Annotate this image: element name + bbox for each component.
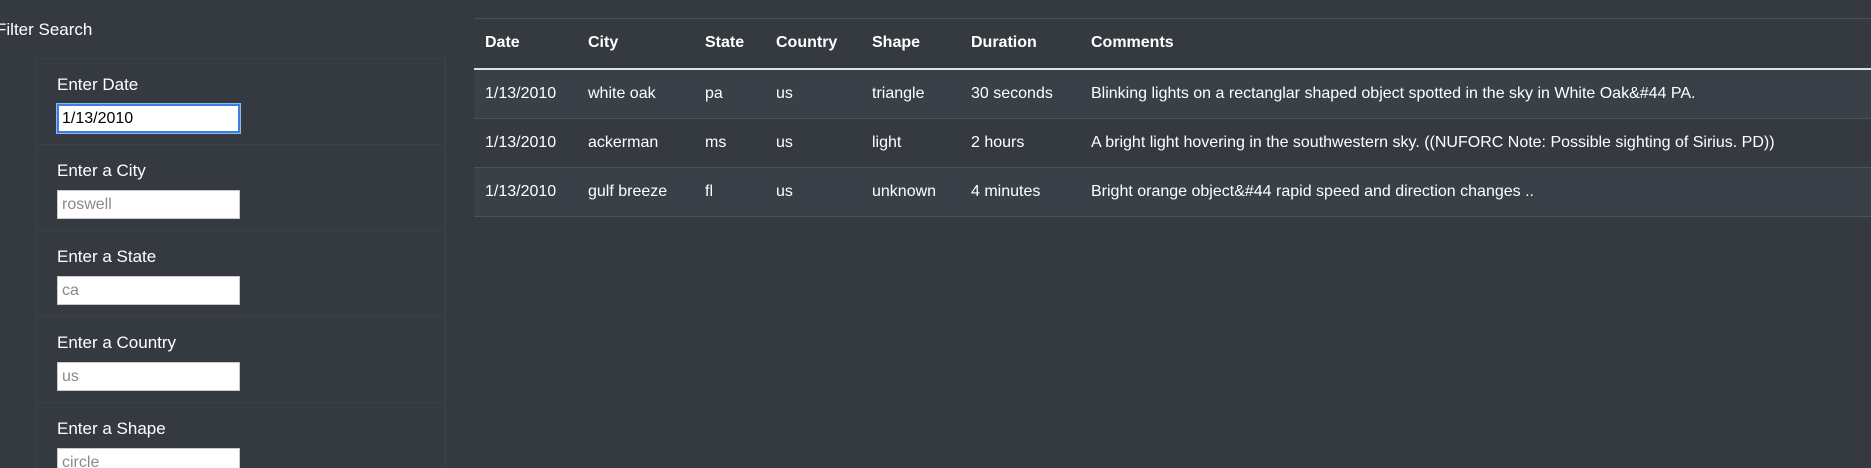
cell-date: 1/13/2010 — [474, 167, 577, 217]
header-comments: Comments — [1091, 34, 1174, 52]
shape-label: Enter a Shape — [57, 419, 166, 438]
cell-state: fl — [694, 167, 765, 217]
filter-item-country: Enter a Country — [37, 316, 445, 402]
header-country: Country — [776, 34, 838, 52]
city-input[interactable] — [57, 190, 240, 219]
header-state: State — [705, 34, 745, 52]
cell-comments: Bright orange object&#44 rapid speed and… — [1080, 167, 1871, 217]
header-duration: Duration — [971, 34, 1037, 52]
cell-duration: 2 hours — [960, 118, 1080, 168]
table-header-row: Date City State Country Shape Duration C… — [474, 18, 1871, 69]
date-label: Enter Date — [57, 75, 139, 94]
cell-shape: triangle — [861, 68, 960, 119]
cell-comments: Blinking lights on a rectanglar shaped o… — [1080, 68, 1871, 119]
filter-search-title: Filter Search — [0, 20, 93, 39]
cell-city: white oak — [577, 68, 694, 119]
table-row: 1/13/2010 ackerman ms us light 2 hours A… — [474, 118, 1871, 168]
filter-list: Enter Date Enter a City Enter a State En… — [36, 58, 446, 468]
cell-shape: light — [861, 118, 960, 168]
results-panel: Date City State Country Shape Duration C… — [474, 18, 1871, 217]
country-label: Enter a Country — [57, 333, 177, 352]
header-date: Date — [485, 34, 520, 52]
cell-date: 1/13/2010 — [474, 68, 577, 119]
cell-city: gulf breeze — [577, 167, 694, 217]
ufo-sightings-page: Filter Search Enter Date Enter a City En… — [0, 0, 1871, 468]
table-row: 1/13/2010 gulf breeze fl us unknown 4 mi… — [474, 167, 1871, 217]
state-label: Enter a State — [57, 247, 157, 266]
header-city: City — [588, 34, 619, 52]
cell-duration: 4 minutes — [960, 167, 1080, 217]
country-input[interactable] — [57, 362, 240, 391]
city-label: Enter a City — [57, 161, 146, 180]
filter-item-state: Enter a State — [37, 230, 445, 316]
filter-item-date: Enter Date — [37, 58, 445, 144]
cell-country: us — [765, 118, 861, 168]
cell-city: ackerman — [577, 118, 694, 168]
state-input[interactable] — [57, 276, 240, 305]
sightings-table: Date City State Country Shape Duration C… — [474, 18, 1871, 217]
cell-duration: 30 seconds — [960, 68, 1080, 119]
cell-comments: A bright light hovering in the southwest… — [1080, 118, 1871, 168]
cell-state: pa — [694, 68, 765, 119]
table-row: 1/13/2010 white oak pa us triangle 30 se… — [474, 68, 1871, 119]
header-shape: Shape — [872, 34, 921, 52]
cell-country: us — [765, 167, 861, 217]
date-input[interactable] — [57, 104, 240, 133]
shape-input[interactable] — [57, 448, 240, 468]
cell-state: ms — [694, 118, 765, 168]
cell-country: us — [765, 68, 861, 119]
cell-date: 1/13/2010 — [474, 118, 577, 168]
filter-item-shape: Enter a Shape — [37, 402, 445, 468]
filter-item-city: Enter a City — [37, 144, 445, 230]
cell-shape: unknown — [861, 167, 960, 217]
